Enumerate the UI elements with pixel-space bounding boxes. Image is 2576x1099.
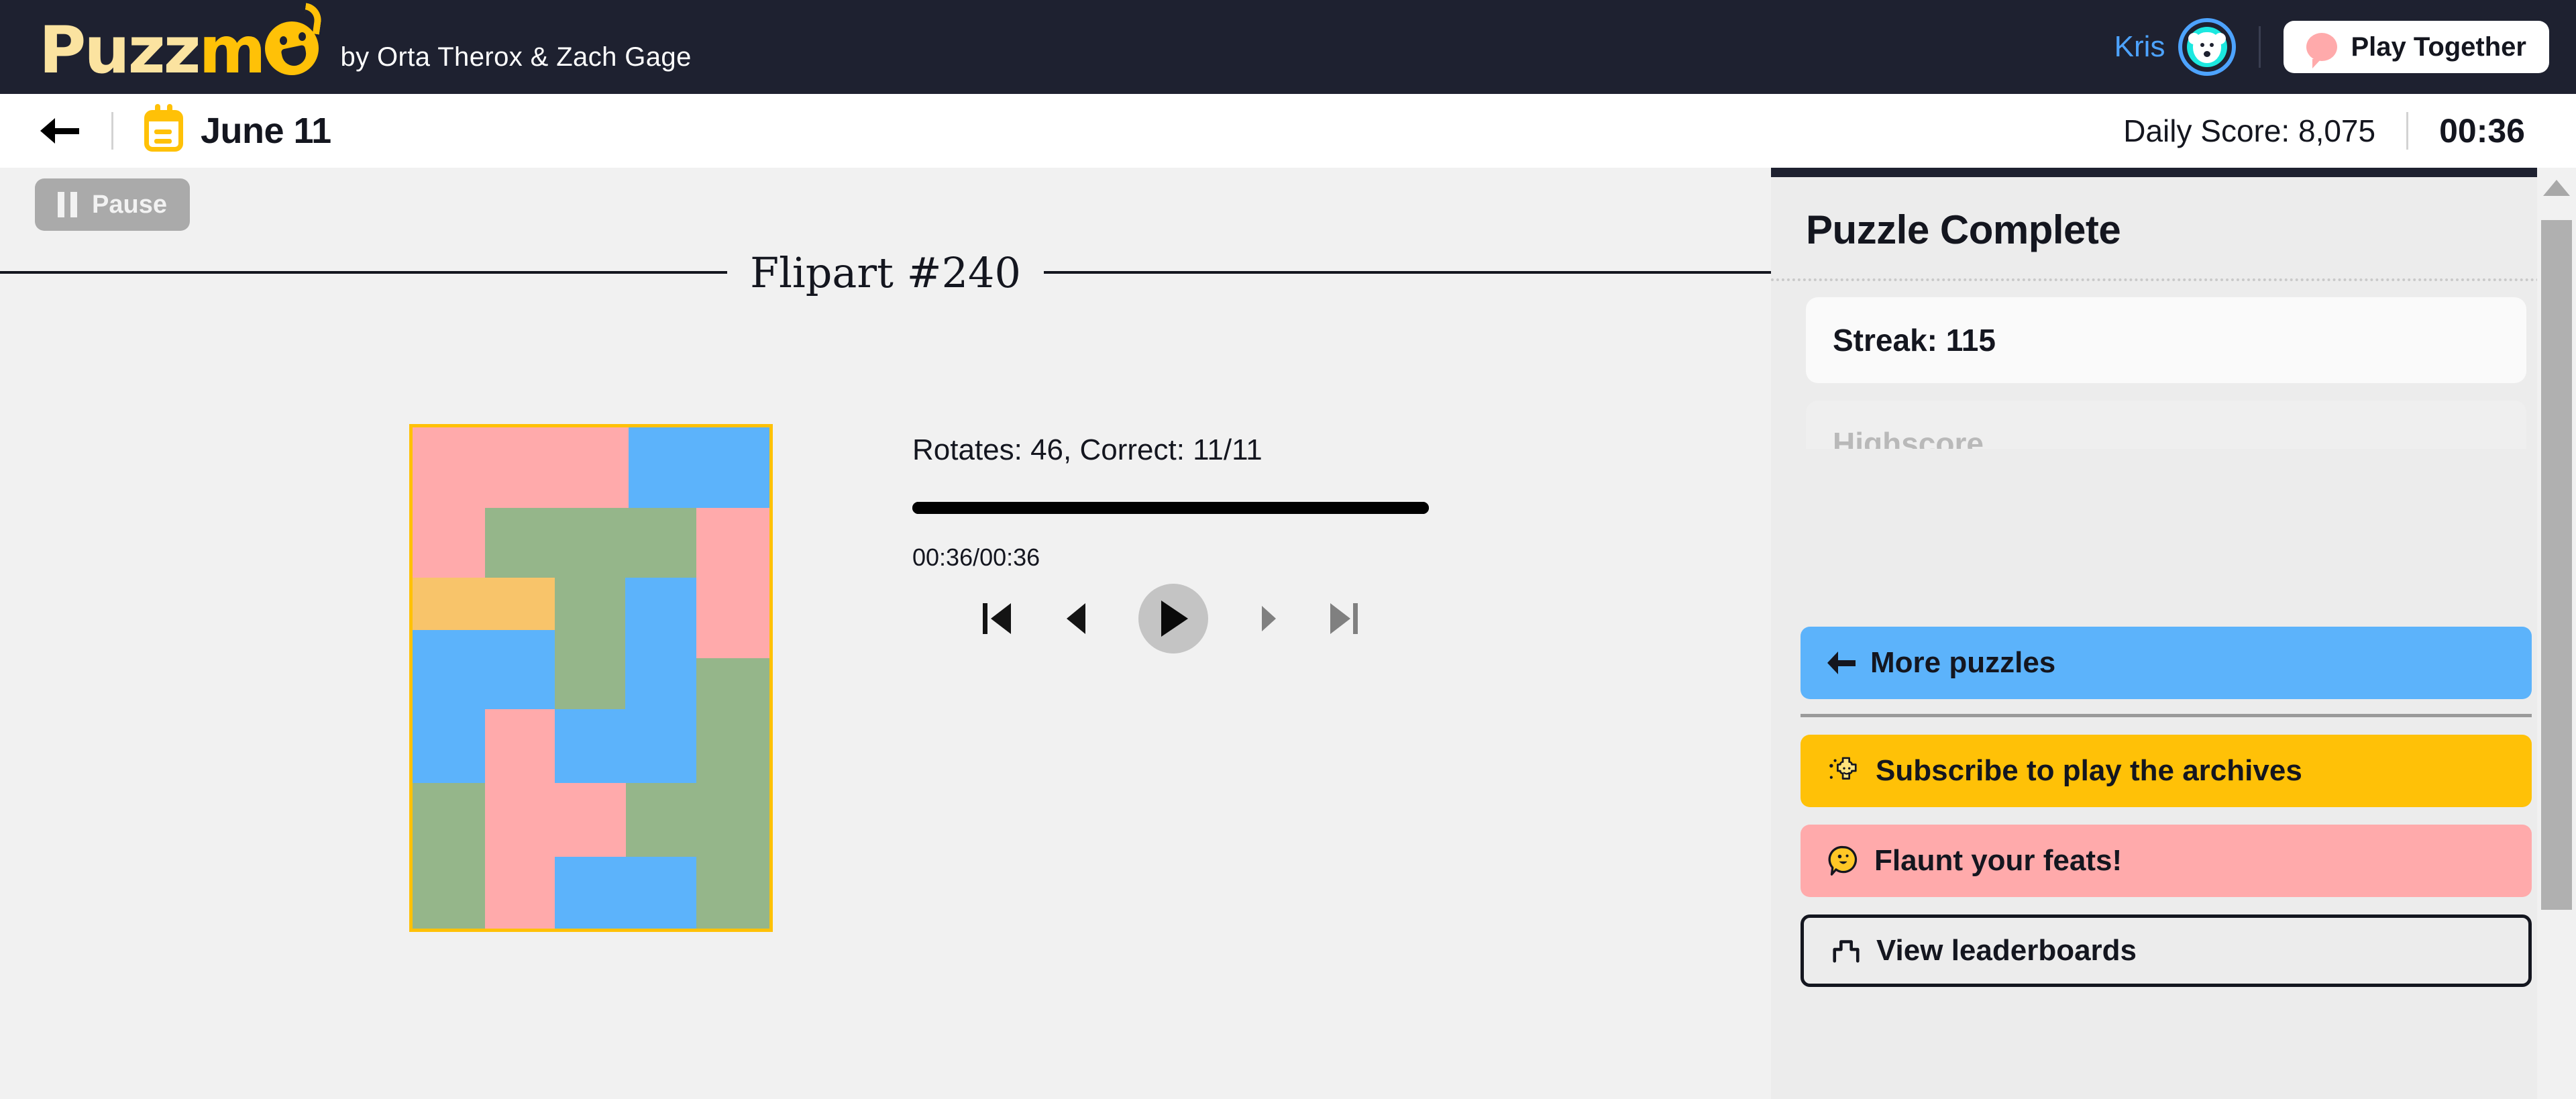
app-header: Puzz m by Orta Therox & Zach Gage Kris P… (0, 0, 2576, 94)
title-rule-left (0, 271, 728, 274)
piece-green-6[interactable] (626, 783, 696, 857)
date-bar-right: Daily Score: 8,075 00:36 (2123, 111, 2576, 150)
smiley-o-icon (265, 3, 324, 79)
piece-pink-3[interactable] (696, 508, 769, 658)
piece-pink-4[interactable] (485, 709, 555, 929)
flipart-grid-inner (413, 427, 769, 929)
back-arrow-icon[interactable] (40, 115, 80, 146)
logo-text-puzz: Puzz (39, 12, 201, 88)
avatar[interactable] (2178, 18, 2237, 76)
pause-button[interactable]: Pause (35, 178, 190, 231)
puzzmo-logo[interactable]: Puzz m by Orta Therox & Zach Gage (0, 3, 692, 88)
flaunt-label: Flaunt your feats! (1874, 844, 2123, 877)
panel-header: Puzzle Complete (1771, 177, 2561, 273)
smiley-speech-bubble-icon (1827, 845, 1860, 877)
game-area: Rotates: 46, Correct: 11/11 00:36/00:36 (0, 299, 1771, 1099)
daily-score-label: Daily Score: 8,075 (2123, 113, 2376, 148)
replay-progress-fill (912, 502, 1429, 514)
actions-divider (1801, 714, 2532, 717)
subscribe-label: Subscribe to play the archives (1876, 754, 2302, 787)
skip-to-end-button[interactable] (1329, 599, 1360, 638)
piece-blue-5[interactable] (555, 709, 696, 783)
page-scrollbar-thumb[interactable] (2541, 220, 2572, 910)
arrow-left-icon (1827, 651, 1856, 674)
step-back-button[interactable] (1063, 600, 1087, 637)
step-forward-button[interactable] (1259, 604, 1278, 633)
more-puzzles-button[interactable]: More puzzles (1801, 627, 2532, 699)
pause-label: Pause (92, 190, 167, 219)
piece-pink-5[interactable] (555, 783, 626, 857)
panel-actions: More puzzles Subscribe to play the archi… (1771, 627, 2561, 987)
logo-wordmark: Puzz m (39, 3, 324, 88)
pause-icon (58, 192, 77, 217)
piece-green-5[interactable] (413, 783, 485, 929)
puzzle-title-row: Flipart #240 (0, 246, 1772, 299)
puzzle-piece-sparkle-icon (1827, 755, 1861, 786)
replay-time-label: 00:36/00:36 (912, 543, 1040, 571)
logo-text-m: m (199, 12, 266, 88)
score-timer-divider (2406, 112, 2409, 150)
piece-blue-3[interactable] (413, 630, 555, 709)
more-puzzles-label: More puzzles (1870, 646, 2056, 679)
piece-orange-1[interactable] (413, 578, 555, 630)
panel-top-accent (1771, 168, 2561, 177)
play-together-button[interactable]: Play Together (2284, 21, 2549, 73)
timer-label: 00:36 (2439, 112, 2525, 150)
byline-text: by Orta Therox & Zach Gage (340, 42, 692, 72)
piece-blue-4[interactable] (413, 709, 485, 783)
replay-panel: Rotates: 46, Correct: 11/11 00:36/00:36 (912, 433, 1516, 653)
rotates-correct-label: Rotates: 46, Correct: 11/11 (912, 433, 1263, 466)
piece-blue-1[interactable] (629, 427, 769, 508)
play-button[interactable] (1138, 584, 1208, 653)
leaderboards-label: View leaderboards (1876, 934, 2137, 967)
replay-transport-controls (912, 584, 1429, 653)
calendar-icon[interactable] (144, 104, 183, 152)
title-rule-right (1043, 271, 1772, 274)
results-panel: Puzzle Complete Streak: 115 Highscore Mo… (1771, 168, 2561, 1099)
panel-title: Puzzle Complete (1806, 207, 2121, 252)
subscribe-button[interactable]: Subscribe to play the archives (1801, 735, 2532, 807)
date-divider (111, 112, 113, 150)
piece-pink-1[interactable] (413, 427, 629, 508)
piece-blue-2[interactable] (625, 578, 696, 709)
piece-blue-6[interactable] (555, 857, 696, 929)
date-bar: June 11 Daily Score: 8,075 00:36 (0, 94, 2576, 168)
header-right-cluster: Kris Play Together (2114, 18, 2576, 76)
header-divider (2259, 26, 2261, 68)
podium-icon (1831, 937, 1862, 964)
piece-pink-2[interactable] (413, 508, 485, 578)
replay-progress-bar[interactable] (912, 502, 1429, 514)
play-together-label: Play Together (2351, 32, 2526, 62)
flaunt-feats-button[interactable]: Flaunt your feats! (1801, 825, 2532, 897)
stats-card-scroller[interactable]: Streak: 115 Highscore (1771, 281, 2561, 449)
page-title: Flipart #240 (750, 248, 1021, 297)
view-leaderboards-button[interactable]: View leaderboards (1801, 914, 2532, 987)
piece-green-2[interactable] (555, 578, 625, 633)
username-link[interactable]: Kris (2114, 30, 2165, 64)
stat-card-streak[interactable]: Streak: 115 (1806, 297, 2526, 383)
stat-card-highscore[interactable]: Highscore (1806, 401, 2526, 449)
piece-green-1[interactable] (485, 508, 696, 578)
page-scrollbar[interactable] (2537, 168, 2576, 1099)
speech-bubble-icon (2306, 33, 2338, 68)
flipart-grid[interactable] (409, 424, 773, 932)
skip-to-start-button[interactable] (981, 599, 1012, 638)
piece-green-4[interactable] (696, 658, 769, 929)
piece-green-3[interactable] (555, 633, 625, 709)
date-label: June 11 (201, 111, 331, 151)
page-scroll-up-arrow-icon[interactable] (2543, 180, 2570, 196)
